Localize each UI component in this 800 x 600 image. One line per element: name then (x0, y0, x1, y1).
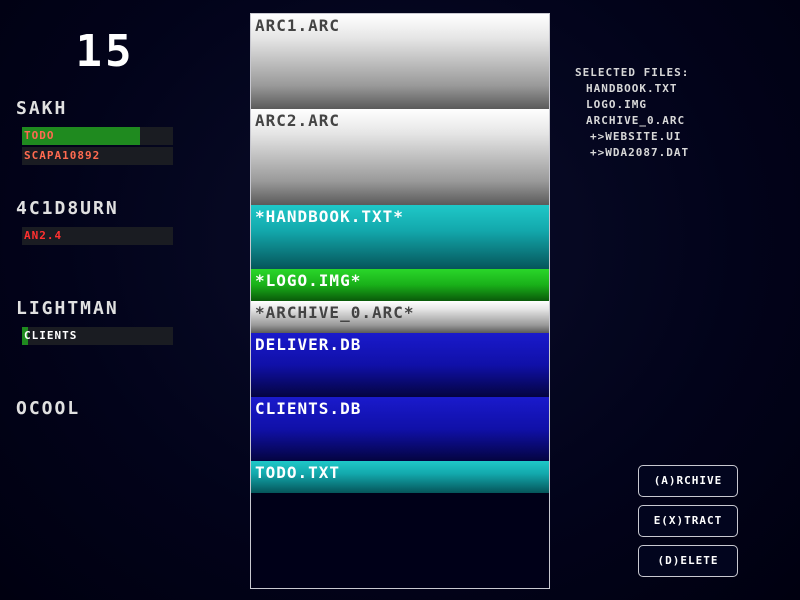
task-bar-2-1: AN2.4 (22, 227, 173, 245)
file-item-arc2[interactable]: ARC2.ARC (251, 109, 549, 205)
file-item-handbook[interactable]: *HANDBOOK.TXT* (251, 205, 549, 269)
selected-files-heading: SELECTED FILES: (575, 66, 690, 79)
file-list-panel: ARC1.ARC ARC2.ARC *HANDBOOK.TXT* *LOGO.I… (250, 13, 550, 589)
file-item-clients[interactable]: CLIENTS.DB (251, 397, 549, 461)
file-item-arc1[interactable]: ARC1.ARC (251, 14, 549, 109)
selected-file: ARCHIVE_0.ARC (586, 114, 686, 127)
file-item-todo[interactable]: TODO.TXT (251, 461, 549, 493)
task-bar-1-1: TODO (22, 127, 173, 145)
extract-button[interactable]: E(X)TRACT (638, 505, 738, 537)
file-item-archive0[interactable]: *ARCHIVE_0.ARC* (251, 301, 549, 333)
task-label: SCAPA10892 (24, 149, 101, 162)
archive-button[interactable]: (A)RCHIVE (638, 465, 738, 497)
game-screen: 15 SAKH TODO SCAPA10892 4C1D8URN AN2.4 L… (0, 0, 800, 600)
task-label: AN2.4 (24, 229, 63, 242)
player-name-2: 4C1D8URN (16, 198, 119, 219)
player-name-4: OCOOL (16, 398, 81, 419)
task-label: CLIENTS (24, 329, 78, 342)
selected-file: +>WDA2087.DAT (590, 146, 690, 159)
file-item-deliver[interactable]: DELIVER.DB (251, 333, 549, 397)
player-name-3: LIGHTMAN (16, 298, 119, 319)
file-item-logo[interactable]: *LOGO.IMG* (251, 269, 549, 301)
selected-file: +>WEBSITE.UI (590, 130, 682, 143)
task-label: TODO (24, 129, 55, 142)
task-bar-3-1: CLIENTS (22, 327, 173, 345)
task-bar-1-2: SCAPA10892 (22, 147, 173, 165)
delete-button[interactable]: (D)ELETE (638, 545, 738, 577)
selected-file: LOGO.IMG (586, 98, 647, 111)
countdown-timer: 15 (75, 26, 135, 77)
player-name-1: SAKH (16, 98, 68, 119)
selected-file: HANDBOOK.TXT (586, 82, 678, 95)
